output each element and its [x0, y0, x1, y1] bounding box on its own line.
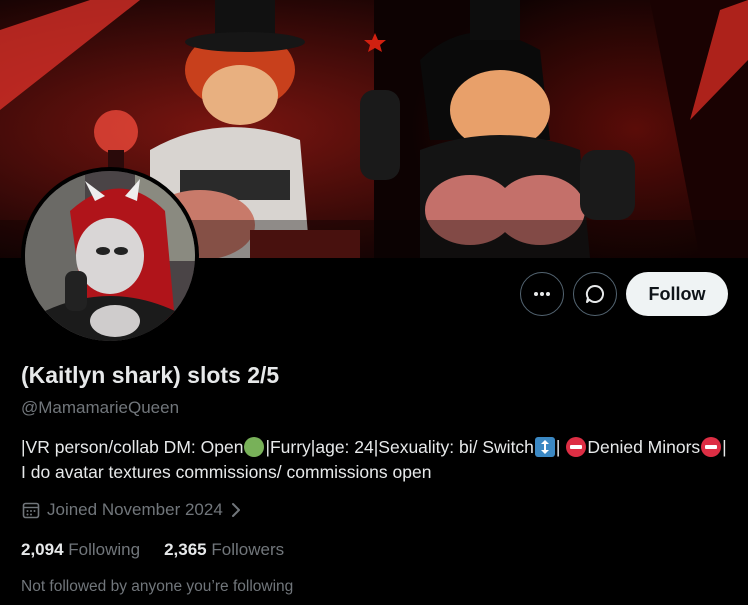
following-link[interactable]: 2,094 Following — [21, 540, 140, 560]
calendar-icon — [22, 502, 40, 519]
up-down-arrow-icon — [534, 437, 555, 457]
no-entry-icon — [566, 437, 587, 457]
no-entry-icon — [701, 437, 722, 457]
chevron-right-icon — [231, 503, 240, 517]
follow-button[interactable]: Follow — [626, 272, 728, 316]
followers-label: Followers — [211, 540, 285, 559]
green-circle-icon — [244, 437, 265, 457]
followers-link[interactable]: 2,365 Followers — [164, 540, 284, 560]
joined-date[interactable]: Joined November 2024 — [21, 500, 243, 520]
profile-bio: |VR person/collab DM: Open |Furry|age: 24… — [21, 435, 731, 485]
avatar-image — [25, 171, 195, 341]
message-button[interactable] — [573, 272, 617, 316]
joined-label: Joined November 2024 — [47, 500, 223, 519]
following-count: 2,094 — [21, 540, 64, 559]
user-handle: @MamamarieQueen — [21, 398, 180, 417]
display-name: (Kaitlyn shark) slots 2/5 — [21, 362, 280, 388]
bio-text-1: |VR person/collab DM: Open — [21, 437, 244, 457]
bio-text-4: Denied Minors — [587, 437, 701, 457]
profile-actions: Follow — [520, 272, 728, 316]
profile-avatar[interactable] — [21, 167, 199, 345]
followers-count: 2,365 — [164, 540, 207, 559]
more-button[interactable] — [520, 272, 564, 316]
following-label: Following — [68, 540, 141, 559]
follow-stats: 2,094 Following 2,365 Followers — [21, 540, 284, 560]
more-horizontal-icon — [534, 292, 550, 296]
not-followed-notice: Not followed by anyone you’re following — [21, 578, 294, 595]
bio-text-3: | — [555, 437, 566, 457]
message-bubble-icon — [585, 284, 604, 303]
bio-text-2: |Furry|age: 24|Sexuality: bi/ Switch — [265, 437, 534, 457]
